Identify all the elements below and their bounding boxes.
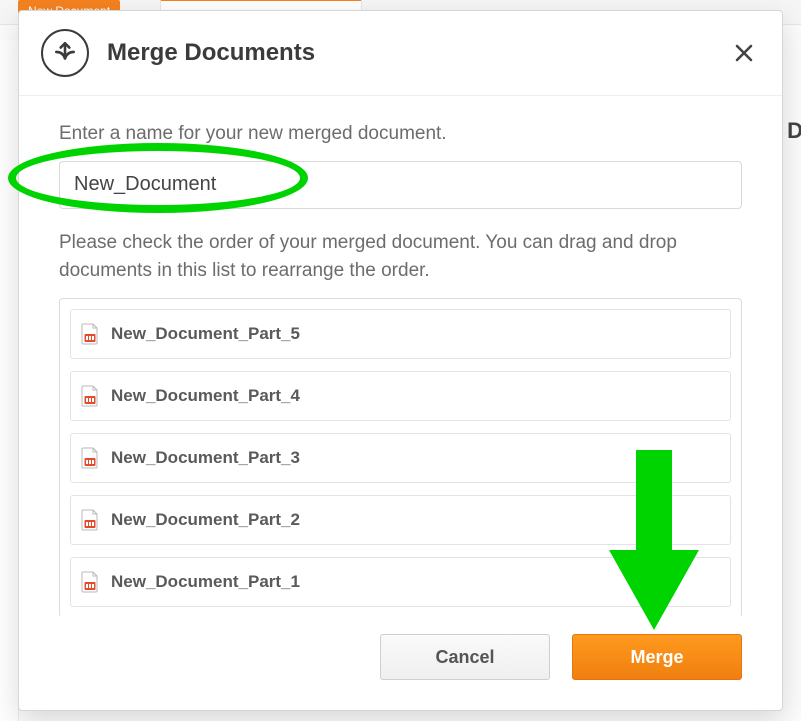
merge-button[interactable]: Merge (572, 634, 742, 680)
document-list-item[interactable]: New_Document_Part_1 (70, 557, 731, 607)
document-list-item[interactable]: New_Document_Part_5 (70, 309, 731, 359)
modal-header: Merge Documents (19, 11, 782, 96)
close-icon (734, 43, 754, 63)
pdf-file-icon (81, 571, 99, 593)
pdf-file-icon (81, 509, 99, 531)
instruction-order: Please check the order of your merged do… (59, 229, 742, 286)
document-list-item-label: New_Document_Part_1 (111, 572, 300, 592)
pdf-file-icon (81, 323, 99, 345)
merged-document-name-input[interactable] (59, 161, 742, 209)
merge-documents-modal: Merge Documents Enter a name for your ne… (18, 10, 783, 711)
modal-title: Merge Documents (107, 39, 730, 67)
pdf-file-icon (81, 385, 99, 407)
document-list-item-label: New_Document_Part_4 (111, 386, 300, 406)
document-list-item[interactable]: New_Document_Part_2 (70, 495, 731, 545)
close-button[interactable] (730, 39, 758, 67)
document-list-item[interactable]: New_Document_Part_4 (70, 371, 731, 421)
document-list-item-label: New_Document_Part_3 (111, 448, 300, 468)
cancel-button[interactable]: Cancel (380, 634, 550, 680)
document-list-item[interactable]: New_Document_Part_3 (70, 433, 731, 483)
instruction-name: Enter a name for your new merged documen… (59, 120, 742, 149)
document-list-item-label: New_Document_Part_2 (111, 510, 300, 530)
bg-side-column (0, 40, 19, 721)
pdf-file-icon (81, 447, 99, 469)
document-list-item-label: New_Document_Part_5 (111, 324, 300, 344)
merge-icon (41, 29, 89, 77)
bg-truncated-label: D (787, 118, 801, 144)
modal-footer: Cancel Merge (19, 616, 782, 710)
document-order-list: New_Document_Part_5 New_Document_Part_4 Ne… (59, 298, 742, 617)
modal-body: Enter a name for your new merged documen… (19, 96, 782, 616)
